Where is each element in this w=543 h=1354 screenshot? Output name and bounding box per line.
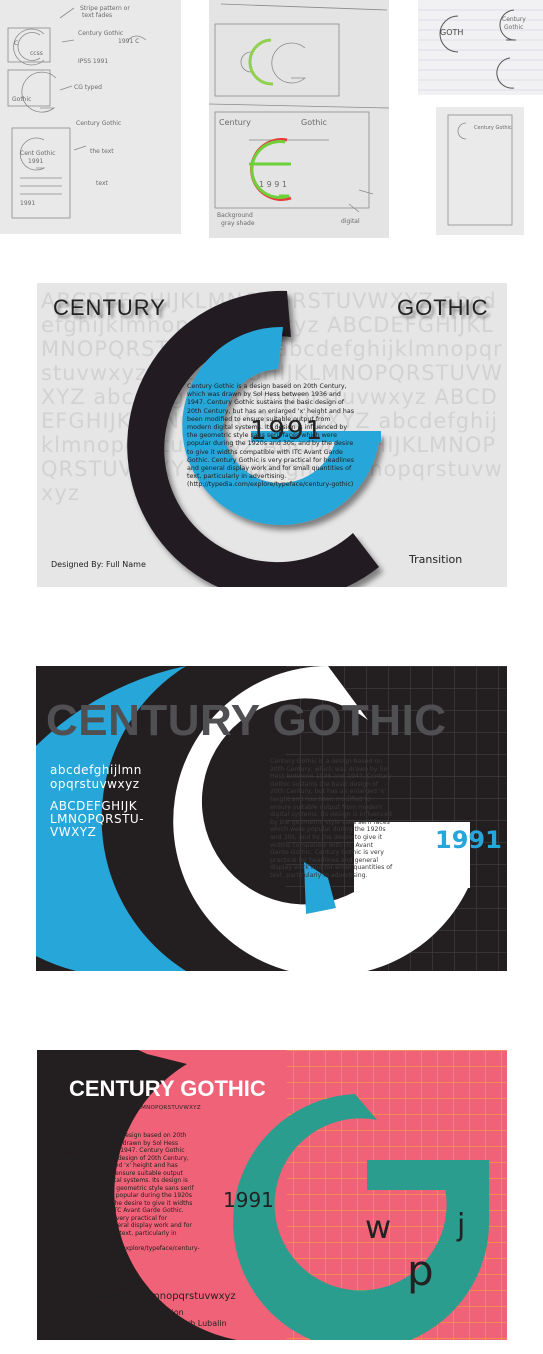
sketch-1-note: 1991 xyxy=(28,158,44,165)
year: 1991 xyxy=(435,826,502,854)
classification: Transitional xyxy=(256,914,313,924)
classification: Transition xyxy=(145,1308,184,1317)
description-paragraph: Century Gothic is a design based on 20th… xyxy=(270,758,393,879)
glyph-j: j xyxy=(457,1208,466,1243)
sketch-1-note: Century Gothic xyxy=(78,30,124,37)
year: 1991 xyxy=(223,1188,274,1212)
sketch-2-note: Gothic xyxy=(301,118,327,127)
sketch-1-note: Cent Gothic xyxy=(20,150,56,157)
designer-credit: Designed By: Full Name xyxy=(51,560,146,569)
poster-black: CENTURY GOTHIC abcdefghijlmn opqrstuvwxy… xyxy=(36,666,507,971)
sketch-1-note: C xyxy=(14,40,19,47)
sketch-1-note: 1991 C xyxy=(118,38,140,45)
poster-pink: CENTURY GOTHIC ABCDEFGHIJKLMNOPQRSTUVWXY… xyxy=(37,1050,507,1340)
sketch-1-note: ccss xyxy=(30,50,43,57)
sketch-1-note: Gothic xyxy=(12,96,32,103)
sketch-1-note: Century Gothic xyxy=(76,120,122,127)
description-paragraph: Century Gothic is a design based on 20th… xyxy=(62,1132,200,1259)
title-right: GOTHIC xyxy=(397,295,489,320)
sketch-photo-4: Century Gothic xyxy=(436,107,524,235)
sketch-3-drawing xyxy=(418,9,543,91)
classification: Transition xyxy=(409,553,463,566)
sketch-2-note: digital xyxy=(341,218,360,225)
year: 1991 xyxy=(250,416,325,446)
sketch-1-note: text fades xyxy=(82,12,113,19)
poster-gray: ABCDEFGHIJKLMNOPQRSTUVWXYZ abcdefghijklm… xyxy=(37,283,507,587)
sketch-3-note: Century xyxy=(502,16,526,23)
sketch-1-note: 1991 xyxy=(20,200,36,207)
sketch-2-note: Background xyxy=(217,212,253,219)
lowercase-alphabet: abcdefghijlmnopqrstuvwxyz xyxy=(95,1291,236,1302)
uppercase-alphabet: ABCDEFGHIJKLMNOPQRSTUVWXYZ xyxy=(97,1105,201,1111)
uppercase-line-3: VWXYZ xyxy=(50,825,97,839)
sketch-photo-3: GOTH Century Gothic xyxy=(418,0,543,95)
sketch-1-note: IPSS 1991 xyxy=(78,58,109,65)
sketch-3-text: GOTH xyxy=(440,28,464,37)
sketch-1-note: the text xyxy=(90,148,114,155)
title-left: CENTURY xyxy=(53,295,166,320)
sketch-2-note: 1 9 9 1 xyxy=(259,180,287,189)
sketch-1-note: CG typed xyxy=(74,84,102,91)
lowercase-line-1: abcdefghijlmn xyxy=(50,763,142,777)
sketch-1-note: text xyxy=(96,180,108,187)
title: CENTURY GOTHIC xyxy=(69,1076,266,1101)
designer-credit: Designed By Herb Lubalin xyxy=(256,926,380,936)
sketch-3-note: Gothic xyxy=(504,24,524,31)
lowercase-line-2: opqrstuvwxyz xyxy=(50,777,140,791)
glyph-p: p xyxy=(407,1246,434,1295)
glyph-w: w xyxy=(365,1208,392,1246)
designer-credit: Designed By Herb Lubalin xyxy=(123,1319,227,1328)
sketch-4-text: Century Gothic xyxy=(474,125,512,131)
sketch-photo-1: Stripe pattern or text fades 1991 C C cc… xyxy=(0,0,181,234)
sketch-2-note: gray shade xyxy=(221,220,255,227)
title: CENTURY GOTHIC xyxy=(46,696,447,745)
sketch-photo-2: Century Gothic 1 9 9 1 Background gray s… xyxy=(209,0,389,238)
sketch-2-note: Century xyxy=(219,118,251,127)
